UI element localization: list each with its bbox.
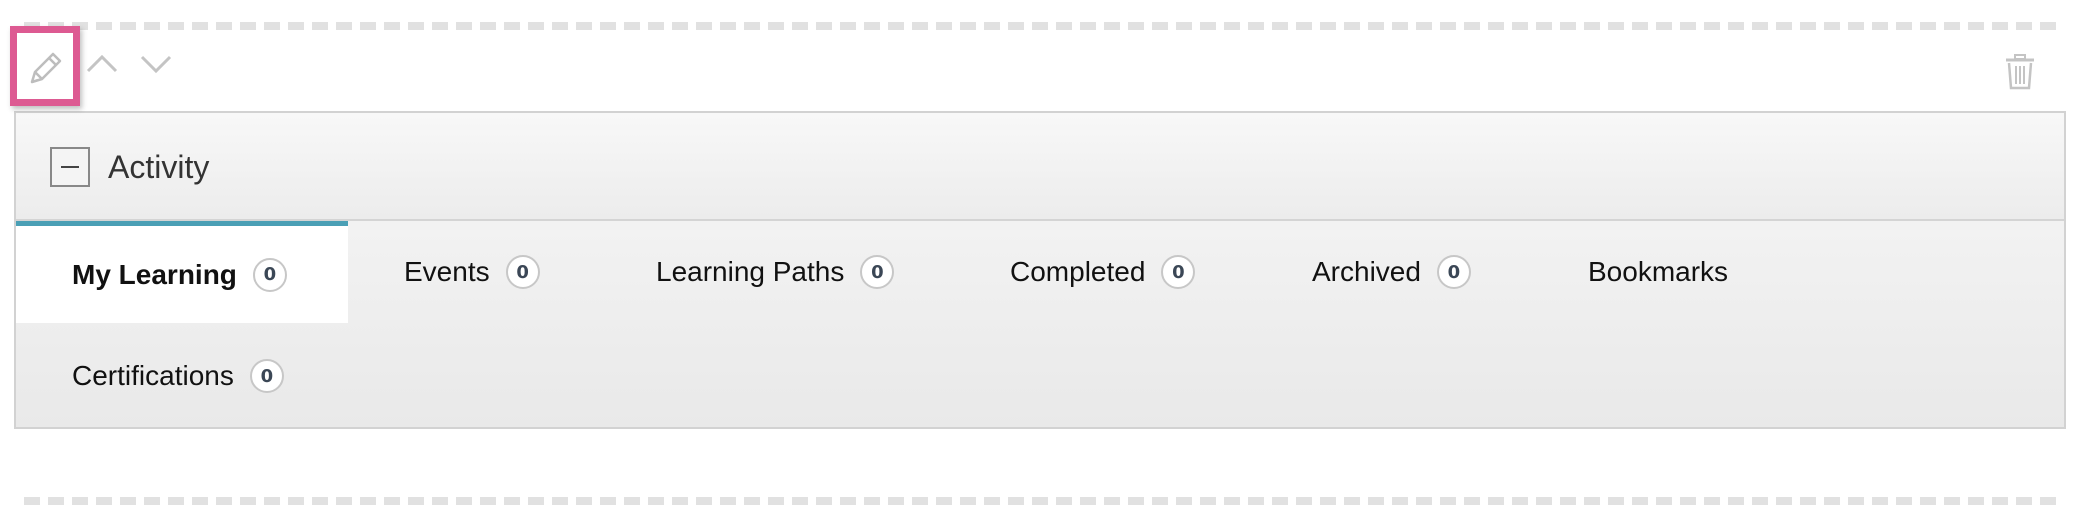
widget-header: Activity bbox=[16, 113, 2064, 221]
count-badge: 0 bbox=[1161, 255, 1196, 289]
tab-label: My Learning bbox=[72, 258, 237, 290]
collapse-button[interactable] bbox=[50, 147, 90, 187]
tab-my-learning[interactable]: My Learning 0 bbox=[16, 221, 348, 323]
tab-label: Bookmarks bbox=[1588, 256, 1729, 287]
tab-bookmarks[interactable]: Bookmarks bbox=[1588, 221, 1728, 323]
tab-events[interactable]: Events 0 bbox=[404, 221, 540, 323]
tab-label: Events bbox=[404, 256, 490, 287]
chevron-down-icon bbox=[140, 55, 172, 74]
activity-tabs: My Learning 0 Events 0 Learning Paths 0 … bbox=[16, 221, 2064, 429]
edit-button[interactable] bbox=[14, 28, 78, 108]
tab-label: Learning Paths bbox=[656, 256, 845, 287]
count-badge: 0 bbox=[252, 257, 287, 292]
trash-icon bbox=[2006, 54, 2034, 90]
activity-widget: Activity My Learning 0 Events 0 Learning… bbox=[14, 111, 2066, 429]
count-badge: 0 bbox=[249, 359, 284, 393]
minus-icon bbox=[61, 166, 79, 168]
widget-title: Activity bbox=[108, 149, 210, 185]
chevron-up-icon bbox=[86, 54, 118, 73]
drop-zone-border-bottom bbox=[24, 497, 2056, 505]
tab-label: Certifications bbox=[72, 360, 234, 391]
tab-label: Completed bbox=[1010, 256, 1146, 287]
count-badge: 0 bbox=[505, 255, 540, 289]
widget-toolbar bbox=[0, 28, 2086, 110]
pencil-icon bbox=[30, 52, 62, 84]
count-badge: 0 bbox=[860, 255, 895, 289]
tab-learning-paths[interactable]: Learning Paths 0 bbox=[656, 221, 895, 323]
tab-label: Archived bbox=[1312, 256, 1421, 287]
tab-archived[interactable]: Archived 0 bbox=[1312, 221, 1471, 323]
tab-completed[interactable]: Completed 0 bbox=[1010, 221, 1196, 323]
delete-button[interactable] bbox=[2000, 50, 2040, 94]
tab-certifications[interactable]: Certifications 0 bbox=[72, 325, 284, 427]
move-down-button[interactable] bbox=[136, 42, 176, 86]
count-badge: 0 bbox=[1436, 255, 1471, 289]
move-up-button[interactable] bbox=[82, 42, 122, 86]
